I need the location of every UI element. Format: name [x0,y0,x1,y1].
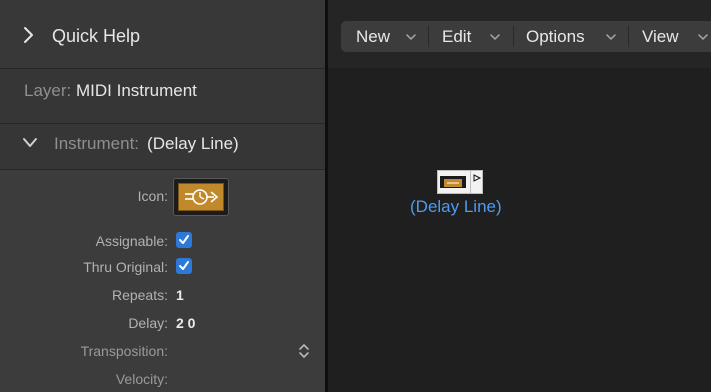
layer-label: Layer: MIDI Instrument [24,81,197,101]
view-menu-label: View [642,27,679,46]
instrument-label-text: Instrument: [54,134,140,153]
delay-line-object[interactable] [437,170,487,194]
instrument-header[interactable]: Instrument: (Delay Line) [0,124,325,170]
delay-label: Delay: [128,315,168,331]
stepper-updown-icon[interactable] [298,343,310,359]
param-row-assignable: Assignable: [0,228,325,254]
layer-section: Layer: MIDI Instrument [0,69,325,124]
thru-original-label: Thru Original: [83,259,168,275]
view-menu-button[interactable]: View [642,21,711,52]
menu-separator [513,26,514,47]
repeats-value[interactable]: 1 [176,287,184,303]
quick-help-title: Quick Help [52,26,141,46]
icon-param-label: Icon: [137,188,168,204]
menu-separator [628,26,629,47]
chevron-down-icon [490,34,500,40]
transposition-label: Transposition: [80,343,168,359]
param-row-repeats: Repeats: 1 [0,282,325,308]
delay-line-object-icon [437,170,471,194]
midi-output-triangle-icon[interactable] [471,170,483,194]
menu-separator [428,26,429,47]
checkmark-icon [179,261,189,270]
delay-line-icon [440,176,466,188]
param-row-thru-original: Thru Original: [0,254,325,280]
options-menu-label: Options [526,27,585,46]
param-row-transposition: Transposition: [0,338,325,364]
edit-menu-button[interactable]: Edit [442,21,510,52]
new-menu-button[interactable]: New [356,21,420,52]
thru-original-checkbox[interactable] [176,258,192,274]
param-row-icon: Icon: [0,183,325,209]
instrument-parameters: Icon: Assignable: Thru Original: Repeats… [0,170,325,392]
delay-value[interactable]: 2 0 [176,315,195,331]
checkmark-icon [179,235,189,244]
layer-label-text: Layer: [24,81,72,100]
edit-menu-label: Edit [442,27,472,46]
chevron-down-icon [23,138,37,147]
delay-line-object-label[interactable]: (Delay Line) [410,197,502,217]
param-row-velocity: Velocity: [0,366,325,392]
assignable-label: Assignable: [95,233,168,249]
chevron-down-icon [406,34,416,40]
options-menu-button[interactable]: Options [526,21,626,52]
param-row-delay: Delay: 2 0 [0,310,325,336]
repeats-label: Repeats: [111,287,168,303]
delay-line-icon [178,183,224,211]
instrument-icon-button[interactable] [173,178,229,216]
chevron-down-icon [698,34,708,40]
environment-area[interactable]: New Edit Options View [328,0,711,392]
new-menu-label: New [356,27,391,46]
quick-help-header[interactable]: Quick Help [0,0,325,69]
velocity-label: Velocity: [115,371,168,387]
chevron-right-icon [24,27,33,43]
layer-value: MIDI Instrument [75,81,197,100]
inspector-panel: Quick Help Layer: MIDI Instrument Instru… [0,0,325,392]
instrument-value[interactable]: (Delay Line) [147,134,239,153]
chevron-down-icon [606,34,616,40]
assignable-checkbox[interactable] [176,232,192,248]
instrument-label: Instrument: (Delay Line) [54,134,239,154]
environment-menu-bar: New Edit Options View [341,21,711,52]
logic-environment-window: Quick Help Layer: MIDI Instrument Instru… [0,0,711,392]
